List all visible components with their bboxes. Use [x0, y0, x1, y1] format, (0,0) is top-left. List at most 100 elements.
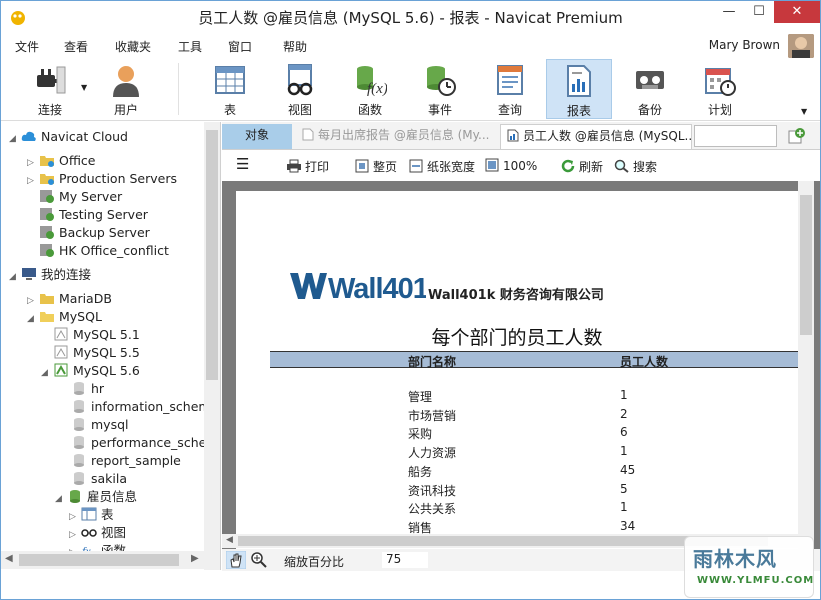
- query-button[interactable]: 查询: [477, 59, 543, 119]
- view-button[interactable]: 视图: [267, 59, 333, 119]
- table-row: 资讯科技 5: [408, 482, 628, 498]
- tree-item-mysql-51[interactable]: MySQL 5.1: [53, 326, 140, 344]
- calendar-icon: [705, 68, 736, 96]
- minimize-button[interactable]: —: [714, 1, 744, 23]
- scroll-right-icon[interactable]: ▶: [191, 553, 199, 564]
- connect-dropdown-icon[interactable]: ▼: [81, 83, 87, 92]
- database-icon: [74, 454, 84, 467]
- query-icon: [497, 65, 523, 95]
- tree-item-mariadb[interactable]: ▷ MariaDB: [27, 290, 112, 308]
- menu-file[interactable]: 文件: [15, 38, 39, 55]
- tree-item-performance-schema[interactable]: performance_schema: [71, 434, 220, 452]
- function-icon: f(x): [357, 66, 387, 97]
- main-toolbar: 连接 ▼ 用户 表 视图 f(x) 函数 事件 查询 报表 备份 计划 ▼: [1, 57, 820, 121]
- menu-help[interactable]: 帮助: [283, 38, 307, 55]
- refresh-icon: [561, 159, 575, 173]
- schedule-button[interactable]: 计划: [687, 59, 753, 119]
- tab-monthly-attendance-report[interactable]: 每月出席报告 @雇员信息 (My...: [296, 124, 496, 149]
- new-tab-icon[interactable]: [788, 127, 806, 145]
- report-viewer[interactable]: Wall401K Wall401k 财务咨询有限公司 每个部门的员工人数 部门名…: [222, 181, 820, 549]
- scrollbar-thumb[interactable]: [800, 195, 812, 335]
- tab-objects[interactable]: 对象: [222, 124, 292, 149]
- table-row: 市场营销 2: [408, 407, 628, 423]
- page-width-button[interactable]: 纸张宽度: [408, 158, 475, 175]
- scroll-left-icon[interactable]: ◀: [226, 535, 233, 545]
- tab-search-input[interactable]: [694, 125, 777, 147]
- tree-item-mysql-55[interactable]: MySQL 5.5: [53, 344, 140, 362]
- menu-favorites[interactable]: 收藏夹: [115, 38, 151, 55]
- tree-item-views[interactable]: ▷ 视图: [69, 524, 126, 542]
- tree-item-tables[interactable]: ▷ 表: [69, 506, 114, 524]
- tree-item-backup-server[interactable]: Backup Server: [39, 224, 150, 242]
- tree-item-office[interactable]: ▷ Office: [27, 152, 96, 170]
- database-icon: [74, 436, 84, 449]
- cloud-icon: [21, 131, 36, 141]
- menu-view[interactable]: 查看: [64, 38, 88, 55]
- svg-text:f(x): f(x): [367, 81, 387, 97]
- column-header-department: 部门名称: [408, 355, 457, 369]
- actual-size-icon: [485, 158, 499, 172]
- tree-item-navicat-cloud[interactable]: ◢ Navicat Cloud: [9, 128, 128, 146]
- report-vertical-scrollbar[interactable]: [798, 181, 814, 549]
- hand-pan-icon[interactable]: [226, 551, 246, 569]
- tree-item-my-connections[interactable]: ◢ 我的连接: [9, 266, 91, 284]
- hamburger-menu-icon[interactable]: ☰: [236, 155, 249, 173]
- tree-item-production-servers[interactable]: ▷ Production Servers: [27, 170, 177, 188]
- avatar[interactable]: [788, 34, 814, 58]
- zoom-percent-label: 缩放百分比: [284, 555, 345, 569]
- table-button[interactable]: 表: [197, 59, 263, 119]
- tree-item-hk-office-conflict[interactable]: HK Office_conflict: [39, 242, 169, 260]
- user-name[interactable]: Mary Brown: [709, 38, 780, 52]
- table-row: 人力资源 1: [408, 444, 628, 460]
- svg-text:Wall401K: Wall401K: [328, 273, 426, 301]
- tree-item-mysql-56[interactable]: ◢ MySQL 5.6: [41, 362, 140, 380]
- site-watermark: 雨林木风 WWW.YLMFU.COM: [684, 536, 814, 598]
- search-button[interactable]: 搜索: [614, 158, 657, 175]
- report-toolbar: ☰ 打印 整页 纸张宽度 100% 刷新 搜索: [222, 151, 820, 181]
- zoom-100-button[interactable]: 100%: [484, 158, 537, 173]
- tree-item-mysql-db[interactable]: mysql: [71, 416, 129, 434]
- tree-item-information-schema[interactable]: information_schema: [71, 398, 218, 416]
- table-row: 公共关系 1: [408, 500, 628, 516]
- scrollbar-thumb[interactable]: [19, 554, 179, 566]
- navigation-tree: ◢ Navicat Cloud ▷ Office ▷ Production Serve…: [1, 122, 221, 570]
- tree-item-my-server[interactable]: My Server: [39, 188, 122, 206]
- zoom-percent-field[interactable]: 75: [382, 552, 428, 568]
- cloud-folder-icon: [40, 156, 54, 167]
- report-button[interactable]: 报表: [546, 59, 612, 119]
- zoom-in-icon[interactable]: [250, 551, 268, 569]
- function-button[interactable]: f(x) 函数: [337, 59, 403, 119]
- event-button[interactable]: 事件: [407, 59, 473, 119]
- tree-item-sakila[interactable]: sakila: [71, 470, 127, 488]
- toolbar-overflow-icon[interactable]: ▼: [801, 107, 807, 116]
- menu-tools[interactable]: 工具: [178, 38, 202, 55]
- database-icon: [74, 472, 84, 485]
- backup-button[interactable]: 备份: [617, 59, 683, 119]
- maximize-button[interactable]: ☐: [744, 1, 774, 23]
- mysql-connection-icon: [54, 327, 68, 341]
- server-connection-icon: [40, 244, 54, 257]
- database-active-icon: [70, 490, 80, 503]
- print-button[interactable]: 打印: [286, 158, 329, 175]
- table-row: 船务 45: [408, 463, 636, 479]
- tree-item-report-sample[interactable]: report_sample: [71, 452, 181, 470]
- user-button[interactable]: 用户: [93, 59, 159, 119]
- close-button[interactable]: ✕: [774, 1, 820, 23]
- database-icon: [74, 418, 84, 431]
- refresh-button[interactable]: 刷新: [560, 158, 603, 175]
- tree-item-employee-db[interactable]: ◢ 雇员信息: [55, 488, 137, 506]
- scrollbar-thumb[interactable]: [206, 130, 218, 380]
- sidebar-scrollbar[interactable]: [204, 122, 220, 570]
- table-icon: [215, 66, 245, 94]
- tab-employee-count-report[interactable]: 员工人数 @雇员信息 (MySQL...: [500, 124, 692, 149]
- fit-page-button[interactable]: 整页: [354, 158, 397, 175]
- user-icon: [113, 66, 139, 97]
- menu-window[interactable]: 窗口: [228, 38, 252, 55]
- connect-button[interactable]: 连接: [17, 59, 83, 119]
- sidebar-horizontal-scrollbar[interactable]: ◀ ▶: [1, 551, 220, 569]
- page-width-icon: [409, 159, 423, 173]
- tree-item-hr[interactable]: hr: [71, 380, 104, 398]
- scroll-left-icon[interactable]: ◀: [5, 553, 13, 564]
- tree-item-mysql-folder[interactable]: ◢ MySQL: [27, 308, 102, 326]
- tree-item-testing-server[interactable]: Testing Server: [39, 206, 148, 224]
